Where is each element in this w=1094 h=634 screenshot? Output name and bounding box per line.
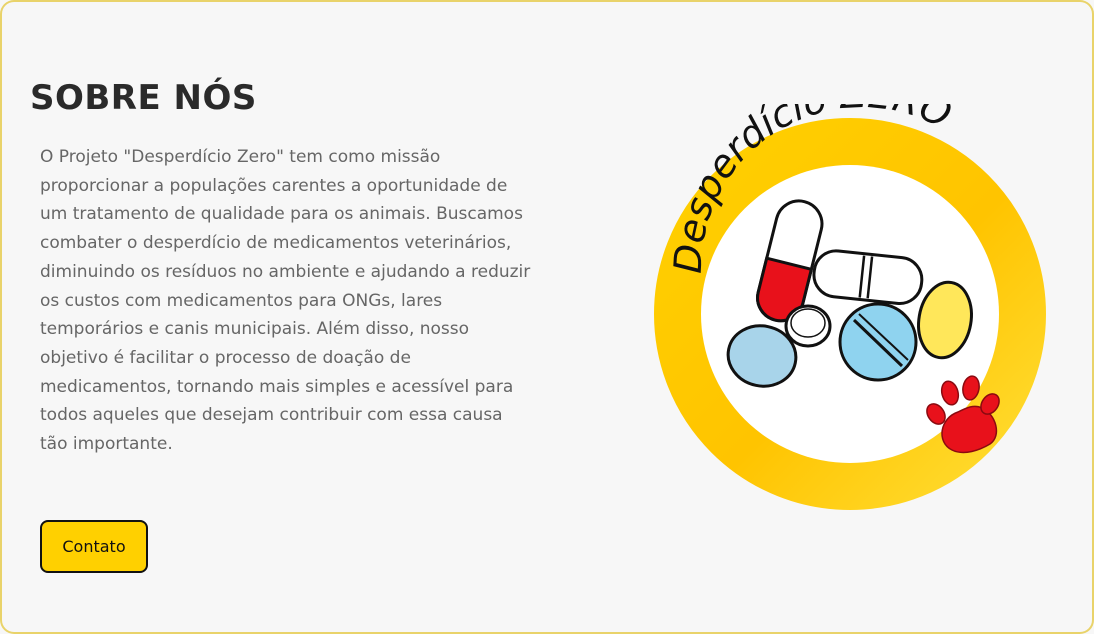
about-section: SOBRE NÓS O Projeto "Desperdício Zero" t… [0, 0, 1094, 634]
small-round-pill-icon [784, 304, 832, 348]
page-title: SOBRE NÓS [30, 78, 257, 118]
oblong-tablet-icon [812, 249, 924, 306]
desperdicio-zero-logo: Desperdício ZERO [654, 104, 1046, 510]
about-description: O Projeto "Desperdício Zero" tem como mi… [40, 147, 531, 455]
contact-button[interactable]: Contato [40, 520, 148, 573]
blue-scored-tablet-icon [838, 302, 918, 382]
